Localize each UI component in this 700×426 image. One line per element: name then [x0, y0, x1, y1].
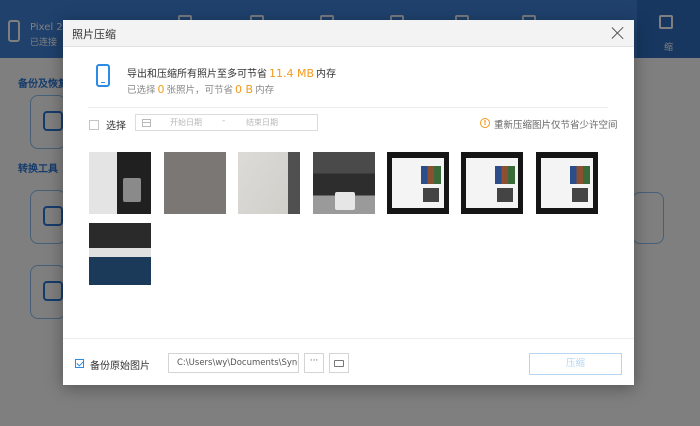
photo-thumbnail[interactable]	[164, 152, 226, 214]
selected-count: 0	[157, 83, 165, 96]
dialog-header: 照片压缩	[63, 20, 634, 47]
photo-thumbnail[interactable]	[461, 152, 523, 214]
folder-icon	[334, 360, 344, 367]
browse-more-button[interactable]: ···	[304, 353, 324, 373]
recompress-note: 重新压缩图片仅节省少许空间	[494, 120, 618, 131]
photo-thumbnail[interactable]	[536, 152, 598, 214]
divider	[88, 107, 608, 108]
end-date-field[interactable]: 结束日期	[246, 117, 278, 128]
photo-compress-dialog: 照片压缩 导出和压缩所有照片至多可节省 11.4 MB 内存 已选择 0 张照片，可节省…	[63, 20, 634, 385]
backup-path-field[interactable]: C:\Users\wy\Documents\Syncios	[168, 353, 299, 373]
select-all-checkbox[interactable]	[89, 120, 99, 130]
photo-thumbnail[interactable]	[387, 152, 449, 214]
selected-suffix: 内存	[255, 85, 275, 96]
backup-original-checkbox[interactable]	[75, 359, 84, 368]
summary-suffix: 内存	[316, 69, 337, 80]
compress-button[interactable]: 压缩	[529, 353, 622, 375]
calendar-icon	[142, 119, 151, 127]
photo-thumbnail[interactable]	[89, 223, 151, 285]
date-separator: -	[222, 116, 226, 126]
date-range-picker[interactable]: 开始日期 - 结束日期	[135, 114, 318, 131]
dialog-footer: 备份原始图片 C:\Users\wy\Documents\Syncios ···…	[63, 338, 634, 385]
backup-original-label: 备份原始图片	[90, 361, 150, 372]
phone-icon	[96, 64, 110, 87]
close-icon[interactable]	[610, 25, 626, 41]
compress-summary: 导出和压缩所有照片至多可节省 11.4 MB 内存	[127, 65, 336, 80]
summary-prefix: 导出和压缩所有照片至多可节省	[127, 69, 267, 80]
open-folder-button[interactable]	[329, 353, 349, 373]
dialog-title: 照片压缩	[72, 28, 116, 41]
selection-summary: 已选择 0 张照片，可节省 0 B 内存	[127, 82, 274, 96]
start-date-field[interactable]: 开始日期	[170, 117, 202, 128]
photo-thumbnail[interactable]	[238, 152, 300, 214]
summary-size: 11.4 MB	[269, 67, 315, 80]
photo-thumbnail[interactable]	[89, 152, 151, 214]
selected-mid: 张照片，可节省	[166, 85, 234, 96]
selected-save: 0 B	[235, 83, 254, 96]
info-icon: !	[480, 118, 490, 128]
select-label: 选择	[106, 121, 126, 132]
selected-prefix: 已选择	[127, 85, 156, 96]
photo-thumbnail[interactable]	[313, 152, 375, 214]
